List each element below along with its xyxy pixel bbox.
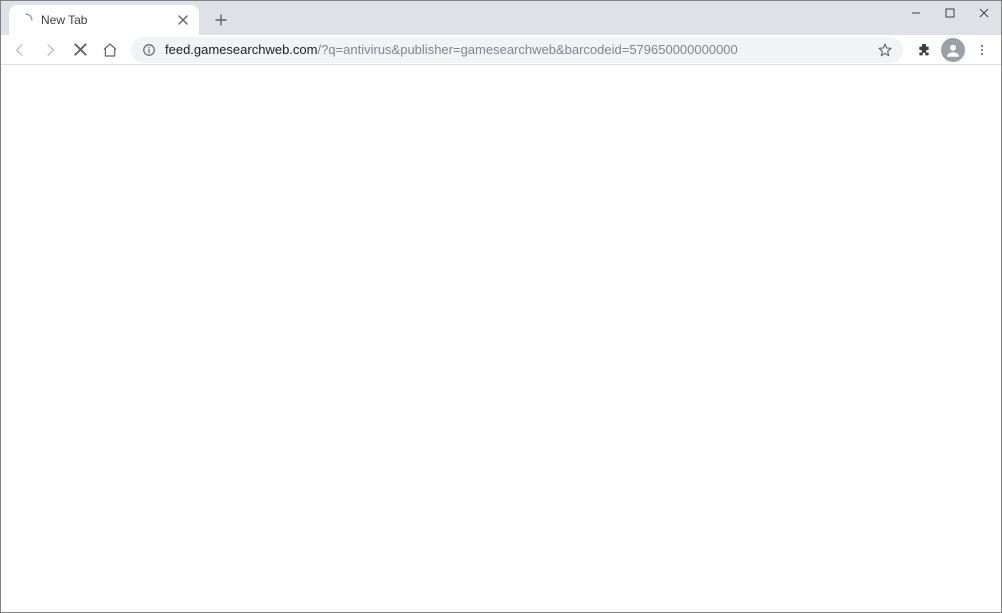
titlebar: New Tab (1, 1, 1001, 35)
back-button[interactable] (7, 37, 33, 63)
forward-button[interactable] (37, 37, 63, 63)
tab-title: New Tab (41, 13, 175, 27)
new-tab-button[interactable] (207, 6, 235, 34)
toolbar: feed.gamesearchweb.com/?q=antivirus&publ… (1, 35, 1001, 65)
bookmark-star-icon[interactable] (877, 42, 893, 58)
maximize-button[interactable] (933, 1, 967, 25)
page-content (1, 65, 1001, 612)
window-controls (899, 1, 1001, 29)
profile-button[interactable] (941, 38, 965, 62)
extensions-button[interactable] (911, 37, 937, 63)
url-path: /?q=antivirus&publisher=gamesearchweb&ba… (317, 42, 737, 57)
close-window-button[interactable] (967, 1, 1001, 25)
site-info-icon[interactable] (141, 42, 157, 58)
stop-reload-button[interactable] (67, 37, 93, 63)
tabs-area: New Tab (1, 1, 235, 35)
minimize-button[interactable] (899, 1, 933, 25)
menu-button[interactable] (969, 37, 995, 63)
home-button[interactable] (97, 37, 123, 63)
loading-spinner-icon (19, 13, 33, 27)
close-tab-icon[interactable] (175, 12, 191, 28)
url-text: feed.gamesearchweb.com/?q=antivirus&publ… (165, 42, 869, 57)
toolbar-right (911, 37, 995, 63)
browser-tab[interactable]: New Tab (9, 5, 199, 35)
url-domain: feed.gamesearchweb.com (165, 42, 317, 57)
address-bar[interactable]: feed.gamesearchweb.com/?q=antivirus&publ… (131, 37, 903, 63)
